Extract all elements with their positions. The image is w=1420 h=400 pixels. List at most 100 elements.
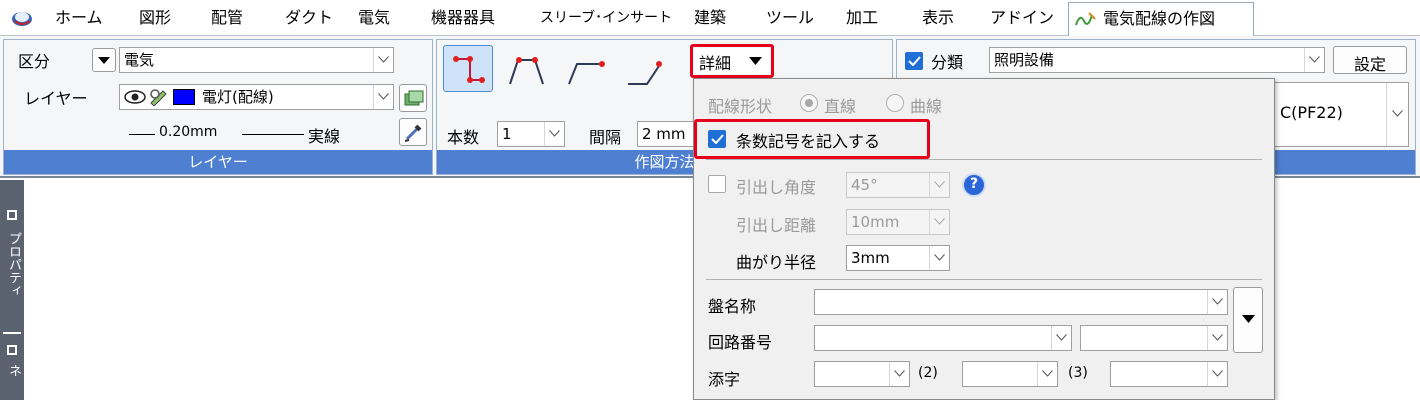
menu-tools[interactable]: ツール	[766, 0, 814, 36]
menu-bar: ホーム 図形 配管 ダクト 電気 機器器具 スリーブ･インサート 建築 ツール …	[0, 0, 1420, 37]
side-tab-2[interactable]: ネ	[4, 364, 23, 377]
count-label: 本数	[447, 128, 480, 147]
classification-select[interactable]: 照明設備	[989, 47, 1325, 73]
side-tab-properties[interactable]: プロパティ	[4, 232, 23, 297]
suffix-1-select[interactable]	[814, 361, 910, 387]
chevron-down-icon	[373, 48, 393, 72]
spacing-select[interactable]: 2 mm	[637, 121, 695, 147]
layer-color-swatch	[173, 89, 195, 105]
checkmark-icon	[908, 56, 921, 66]
radio-curve-label: 曲線	[910, 97, 943, 116]
layer-group-title: レイヤー	[4, 150, 432, 174]
route-orthogonal-button[interactable]	[443, 45, 493, 92]
layers-icon	[404, 90, 424, 106]
line-style-picker-button[interactable]	[399, 118, 427, 146]
classification-checkbox[interactable]	[905, 52, 923, 70]
suffix-2-select[interactable]	[962, 361, 1058, 387]
circuit-menu-button[interactable]	[1233, 287, 1263, 353]
menu-piping[interactable]: 配管	[211, 0, 243, 36]
detail-dropdown-panel: 配線形状 直線 曲線 条数記号を記入する 引出し角度 45° ? 引出し距離 1…	[693, 78, 1275, 400]
circuit-number-sub-select[interactable]	[1080, 325, 1228, 351]
tab-electric-wiring[interactable]: 電気配線の作図	[1068, 2, 1254, 37]
chevron-down-icon	[929, 173, 949, 197]
triangle-down-icon	[98, 57, 110, 64]
side-tab-icon	[7, 345, 17, 355]
bend-radius-label: 曲がり半径	[736, 253, 817, 272]
lead-angle-checkbox[interactable]	[708, 175, 726, 193]
menu-shape[interactable]: 図形	[139, 0, 171, 36]
radio-straight-label: 直線	[824, 97, 857, 116]
route-bent-button[interactable]	[562, 48, 612, 92]
suffix-3-label: (3)	[1068, 365, 1088, 381]
chevron-down-icon	[889, 362, 909, 386]
menu-electric[interactable]: 電気	[358, 0, 390, 36]
radio-curve[interactable]	[886, 94, 904, 112]
chevron-down-icon	[373, 85, 393, 109]
eye-icon	[124, 89, 146, 109]
tab-electric-wiring-label: 電気配線の作図	[1103, 9, 1216, 28]
bridge-route-icon	[509, 57, 544, 85]
chevron-down-icon	[544, 122, 564, 146]
spacing-label: 間隔	[589, 128, 622, 147]
line-type-sample	[242, 134, 304, 135]
properties-icon	[7, 210, 17, 220]
layer-label: レイヤー	[24, 89, 88, 108]
category-label: 区分	[18, 52, 51, 71]
side-divider	[3, 332, 21, 334]
circuit-number-label: 回路番号	[708, 333, 773, 352]
category-select[interactable]: 電気	[119, 47, 394, 73]
help-icon[interactable]: ?	[962, 173, 986, 197]
circuit-number-select[interactable]	[814, 325, 1072, 351]
menu-view[interactable]: 表示	[922, 0, 954, 36]
wiring-shape-label: 配線形状	[708, 97, 773, 116]
panel-name-label: 盤名称	[708, 297, 757, 316]
menu-home[interactable]: ホーム	[55, 0, 103, 36]
chevron-down-icon	[929, 210, 949, 234]
layer-manager-button[interactable]	[399, 84, 427, 112]
app-icon[interactable]	[10, 8, 34, 28]
chevron-down-icon	[1207, 290, 1227, 314]
count-symbol-label: 条数記号を記入する	[736, 132, 881, 151]
triangle-down-icon	[1242, 315, 1255, 323]
chevron-down-icon	[1207, 326, 1227, 350]
detail-button[interactable]: 詳細	[695, 48, 769, 74]
menu-equipment[interactable]: 機器器具	[431, 0, 495, 36]
panel-name-select[interactable]	[814, 289, 1228, 315]
lead-angle-label: 引出し角度	[736, 178, 817, 197]
menu-duct[interactable]: ダクト	[285, 0, 333, 36]
category-menu-button[interactable]	[92, 48, 116, 72]
settings-button[interactable]: 設定	[1333, 46, 1407, 74]
count-symbol-checkbox[interactable]	[708, 130, 726, 148]
triangle-down-icon	[749, 57, 762, 65]
chevron-down-icon	[1037, 362, 1057, 386]
chevron-down-icon[interactable]	[1386, 83, 1408, 146]
radio-straight[interactable]	[800, 94, 818, 112]
suffix-2-label: (2)	[918, 365, 938, 381]
separator	[706, 159, 1262, 160]
line-type-value: 実線	[308, 127, 341, 146]
menu-addin[interactable]: アドイン	[990, 0, 1054, 36]
lead-distance-label: 引出し距離	[736, 216, 817, 235]
bend-radius-select[interactable]: 3mm	[846, 245, 950, 271]
layer-group: 区分 電気 レイヤー 電灯(配線) 0.20mm 実線 レイヤー	[3, 39, 433, 175]
menu-processing[interactable]: 加工	[846, 0, 878, 36]
route-step-button[interactable]	[621, 48, 671, 92]
lock-pencil-icon	[148, 88, 170, 110]
menu-architecture[interactable]: 建築	[694, 0, 726, 36]
chevron-down-icon	[1051, 326, 1071, 350]
suffix-label: 添字	[708, 370, 741, 389]
suffix-3-select[interactable]	[1110, 361, 1228, 387]
classification-label: 分類	[931, 53, 964, 72]
lead-angle-select[interactable]: 45°	[846, 172, 950, 198]
separator	[706, 279, 1262, 280]
bent-route-icon	[568, 61, 605, 85]
layer-select[interactable]: 電灯(配線)	[119, 84, 394, 110]
eyedropper-icon	[404, 124, 422, 142]
menu-sleeve-insert[interactable]: スリーブ･インサート	[540, 0, 672, 36]
lead-distance-select[interactable]: 10mm	[846, 209, 950, 235]
chevron-down-icon	[1207, 362, 1227, 386]
count-select[interactable]: 1	[497, 121, 565, 147]
detail-button-label: 詳細	[699, 54, 732, 73]
checkmark-icon	[711, 134, 724, 144]
route-bridge-button[interactable]	[501, 48, 551, 92]
